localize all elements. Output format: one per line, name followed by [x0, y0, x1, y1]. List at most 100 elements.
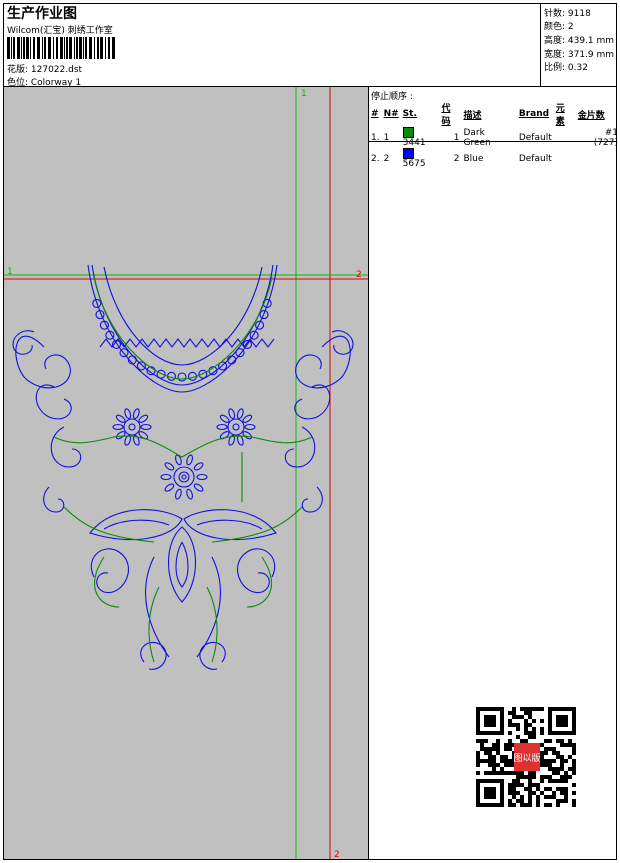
qr-module — [524, 787, 528, 791]
design-canvas: 1 2 1 2 — [4, 87, 368, 860]
qr-module — [540, 791, 544, 795]
qr-module — [484, 751, 488, 755]
page-title: 生产作业图 — [7, 6, 77, 22]
qr-module — [556, 779, 560, 783]
qr-module — [508, 759, 512, 763]
qr-module — [544, 775, 548, 779]
barcode-bar — [83, 37, 84, 59]
qr-module — [488, 763, 492, 767]
qr-module — [552, 779, 556, 783]
qr-module — [492, 763, 496, 767]
qr-module — [528, 803, 532, 807]
barcode-bar — [85, 37, 87, 59]
qr-module — [540, 719, 544, 723]
qr-module — [556, 799, 560, 803]
qr-module — [516, 735, 520, 739]
barcode-bar — [26, 37, 29, 59]
barcode-bar — [74, 37, 75, 59]
qr-module — [560, 759, 564, 763]
petal — [124, 408, 132, 420]
qr-module — [524, 775, 528, 779]
qr-module — [520, 771, 524, 775]
petal — [115, 414, 126, 423]
color-swatch — [402, 127, 414, 138]
petal — [186, 488, 193, 500]
barcode-bar — [69, 37, 72, 59]
qr-module — [560, 767, 564, 771]
qr-module — [524, 731, 528, 735]
qr-module — [572, 783, 576, 787]
qr-module — [568, 743, 572, 747]
qr-module — [544, 787, 548, 791]
stats-panel: 针数: 9118 颜色: 2 高度: 439.1 mm 宽度: 371.9 mm… — [540, 3, 617, 86]
barcode-bar — [105, 37, 106, 59]
qr-module — [512, 795, 516, 799]
qr-module — [552, 795, 556, 799]
barcode-bar — [17, 37, 20, 59]
qr-module — [504, 755, 508, 759]
qr-module — [544, 803, 548, 807]
qr-module — [536, 783, 540, 787]
qr-module — [492, 767, 496, 771]
qr-module — [496, 739, 500, 743]
qr-module — [548, 767, 552, 771]
qr-module — [572, 799, 576, 803]
qr-module — [528, 771, 532, 775]
stitch-count: 针数: 9118 — [544, 9, 591, 19]
qr-module — [528, 779, 532, 783]
qr-module — [572, 743, 576, 747]
barcode-bar — [21, 37, 22, 59]
barcode-bar — [30, 37, 31, 59]
row-code: 1 — [453, 132, 460, 143]
qr-module — [572, 767, 576, 771]
petal — [236, 408, 244, 420]
qr-module — [528, 723, 532, 727]
qr-module — [532, 735, 536, 739]
qr-module — [556, 803, 560, 807]
qr-module — [508, 723, 512, 727]
qr-module — [480, 743, 484, 747]
qr-module — [500, 771, 504, 775]
row-index: 1. — [371, 132, 380, 143]
qr-module — [564, 787, 568, 791]
petal — [196, 473, 208, 481]
qr-module — [476, 755, 480, 759]
qr-module — [556, 739, 560, 743]
qr-module — [560, 763, 564, 767]
barcode-bar — [89, 37, 92, 59]
qr-module — [516, 771, 520, 775]
col-st: St. — [402, 109, 417, 119]
qr-module — [548, 779, 552, 783]
divider — [369, 141, 616, 142]
qr-module — [520, 783, 524, 787]
qr-module — [532, 707, 536, 711]
petal — [193, 462, 204, 471]
qr-module — [564, 791, 568, 795]
qr-module — [484, 747, 488, 751]
petal — [216, 423, 228, 431]
qr-module — [520, 803, 524, 807]
table-row: 1. 1 3441 1 Dark Green Default #1 (727) — [369, 127, 620, 148]
bead — [119, 348, 129, 358]
qr-module — [564, 779, 568, 783]
qr-module — [476, 771, 480, 775]
qr-module — [484, 739, 488, 743]
qr-module — [500, 759, 504, 763]
embroidery-design: 1 2 1 2 — [4, 87, 368, 860]
qr-module — [488, 771, 492, 775]
qr-module — [528, 775, 532, 779]
row-st-cell: 5675 — [401, 148, 440, 169]
qr-module — [564, 775, 568, 779]
qr-module — [492, 755, 496, 759]
row-index: 2. — [371, 153, 380, 164]
qr-module — [488, 755, 492, 759]
qr-module — [520, 715, 524, 719]
qr-module — [516, 775, 520, 779]
row-elem — [554, 148, 576, 169]
table-row: 2. 2 5675 2 Blue Default — [369, 148, 620, 169]
qr-module — [492, 771, 496, 775]
qr-module — [488, 751, 492, 755]
qr-module — [532, 783, 536, 787]
qr-module — [504, 763, 508, 767]
qr-module — [524, 707, 528, 711]
